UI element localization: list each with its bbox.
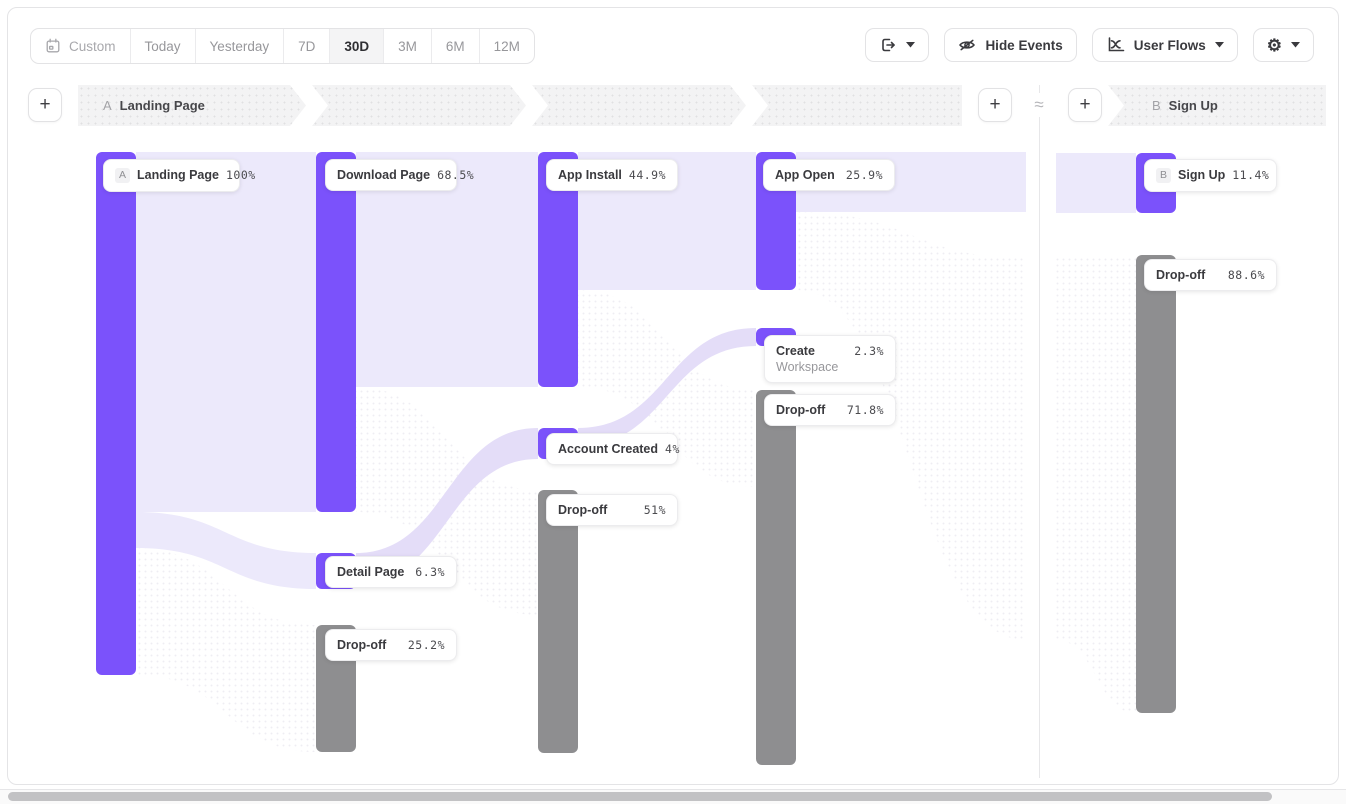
- flow-node-label: Sign Up: [1178, 168, 1225, 182]
- horizontal-scrollbar-track[interactable]: [0, 789, 1346, 804]
- flow-node-card-dropoff-5[interactable]: Drop-off 88.6%: [1144, 259, 1277, 291]
- flow-node-pct: 25.2%: [408, 638, 445, 652]
- flow-node-bar-dropoff-5[interactable]: [1136, 255, 1176, 713]
- flow-node-label: App Install: [558, 168, 622, 182]
- flow-node-label: Download Page: [337, 168, 430, 182]
- flow-node-card-dropoff-4[interactable]: Drop-off 71.8%: [764, 394, 896, 426]
- flow-node-card-open[interactable]: App Open 25.9%: [763, 159, 895, 191]
- flow-node-label: Account Created: [558, 442, 658, 456]
- flow-node-label: Drop-off: [1156, 268, 1205, 282]
- flow-node-card-install[interactable]: App Install 44.9%: [546, 159, 678, 191]
- flow-node-label: Drop-off: [558, 503, 607, 517]
- step-badge: B: [1156, 168, 1171, 183]
- flow-link-open-dropoff-5: [1056, 255, 1136, 713]
- flow-node-pct: 25.9%: [846, 168, 883, 182]
- flow-link-landing-download: [136, 152, 316, 512]
- flow-node-pct: 11.4%: [1232, 168, 1269, 182]
- flow-node-bar-landing[interactable]: [96, 152, 136, 675]
- flow-node-label: Detail Page: [337, 565, 404, 579]
- flow-node-card-dropoff-3[interactable]: Drop-off 51%: [546, 494, 678, 526]
- flow-node-label: App Open: [775, 168, 835, 182]
- section-divider: [1039, 85, 1040, 778]
- flow-node-card-workspace[interactable]: Create 2.3% Workspace: [764, 335, 896, 383]
- flow-node-label: Create: [776, 344, 815, 358]
- flow-node-label: Drop-off: [337, 638, 386, 652]
- flow-link-open-signup: [1056, 153, 1136, 213]
- flow-node-pct: 44.9%: [629, 168, 666, 182]
- flow-node-bar-dropoff-4[interactable]: [756, 390, 796, 765]
- flow-node-pct: 100%: [226, 168, 256, 182]
- flow-node-label: Landing Page: [137, 168, 219, 182]
- approx-symbol: ≈: [1028, 93, 1050, 117]
- flow-node-card-dropoff-2[interactable]: Drop-off 25.2%: [325, 629, 457, 661]
- flow-link-open-dropoff-5: [796, 212, 1026, 640]
- flow-node-card-account[interactable]: Account Created 4%: [546, 433, 678, 465]
- step-badge: A: [115, 168, 130, 183]
- flow-node-pct: 68.5%: [437, 168, 474, 182]
- flow-node-bar-dropoff-3[interactable]: [538, 490, 578, 753]
- flow-node-card-download[interactable]: Download Page68.5%: [325, 159, 457, 191]
- flow-node-card-landing[interactable]: ALanding Page100%: [103, 159, 240, 192]
- flow-node-label: Drop-off: [776, 403, 825, 417]
- flow-node-pct: 6.3%: [415, 565, 445, 579]
- flow-node-pct: 4%: [665, 442, 680, 456]
- flow-node-pct: 71.8%: [847, 403, 884, 417]
- flow-node-card-signup[interactable]: B Sign Up 11.4%: [1144, 159, 1277, 192]
- flow-node-card-detail[interactable]: Detail Page 6.3%: [325, 556, 457, 588]
- flow-node-bar-download[interactable]: [316, 152, 356, 512]
- user-flows-sankey: [0, 0, 1346, 808]
- flow-node-pct: 2.3%: [854, 344, 884, 358]
- flow-node-label-line2: Workspace: [776, 360, 884, 374]
- flow-node-pct: 88.6%: [1228, 268, 1265, 282]
- flow-node-pct: 51%: [644, 503, 666, 517]
- horizontal-scrollbar-thumb[interactable]: [8, 792, 1272, 801]
